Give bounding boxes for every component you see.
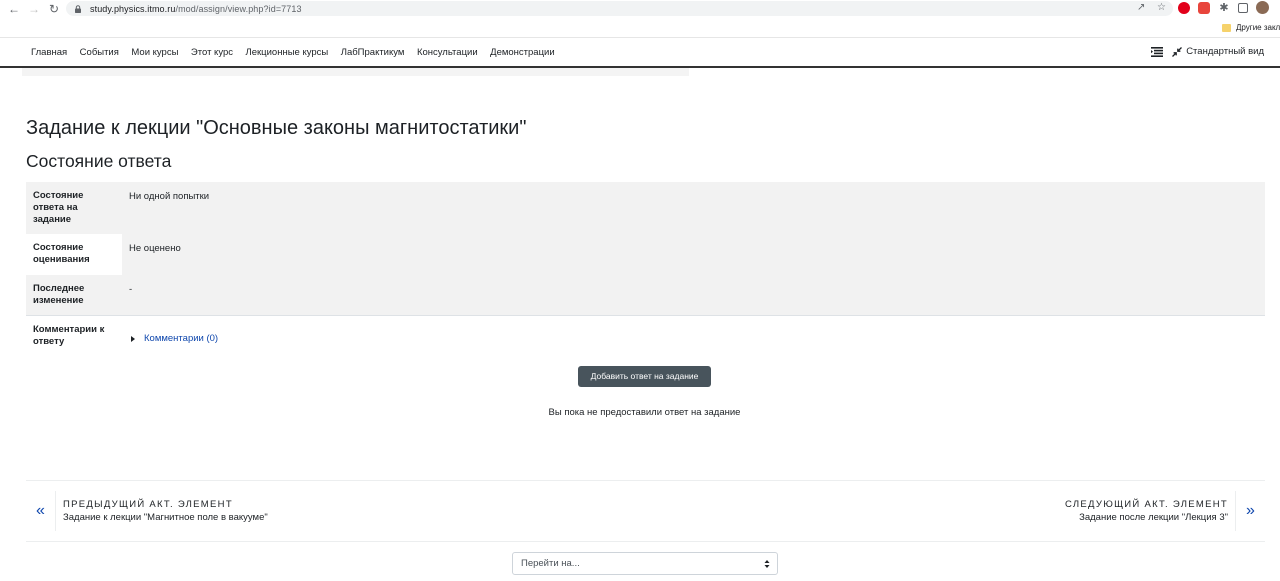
nav-link-lab-practicum[interactable]: ЛабПрактикум — [341, 47, 405, 58]
row-header: Состояние оценивания — [26, 234, 122, 275]
no-submission-notice: Вы пока не предоставили ответ на задание — [548, 407, 741, 418]
row-header: Состояние ответа на задание — [26, 182, 122, 234]
star-icon[interactable]: ☆ — [1157, 3, 1167, 13]
double-chevron-left-icon: « — [26, 491, 56, 531]
bookmark-other-label: Другие закла — [1236, 23, 1280, 32]
jump-select-value: Перейти на... — [521, 558, 580, 569]
folder-icon — [1222, 23, 1231, 32]
lock-icon — [75, 4, 81, 13]
jump-to-activity-select[interactable]: Перейти на... — [512, 552, 778, 575]
table-row: Состояние оценивания Не оценено — [26, 234, 1265, 275]
red-extension-icon[interactable] — [1198, 1, 1210, 14]
side-panel-icon[interactable] — [1238, 2, 1248, 13]
caret-right-icon — [131, 336, 135, 342]
row-header: Комментарии к ответу — [33, 324, 105, 347]
next-activity-link[interactable]: СЛЕДУЮЩИЙ АКТ. ЭЛЕМЕНТ Задание после лек… — [1065, 491, 1265, 531]
forward-icon[interactable]: → — [28, 3, 40, 15]
extensions-puzzle-icon[interactable]: ✱ — [1218, 2, 1230, 14]
table-row: Комментарии к ответу Комментарии (0) — [26, 316, 1265, 354]
row-value: Комментарии (0) — [122, 316, 1265, 354]
previous-activity-kicker: ПРЕДЫДУЩИЙ АКТ. ЭЛЕМЕНТ — [63, 499, 233, 510]
browser-toolbar: ← → ↻ study.physics.itmo.ru/mod/assign/v… — [0, 0, 1280, 18]
url-text: study.physics.itmo.ru/mod/assign/view.ph… — [90, 4, 302, 14]
next-activity-title: Задание после лекции "Лекция 3" — [1079, 512, 1228, 523]
url-host: study.physics.itmo.ru — [90, 3, 176, 14]
row-value: - — [129, 284, 133, 295]
nav-link-this-course[interactable]: Этот курс — [191, 47, 233, 58]
section-title: Состояние ответа — [26, 151, 172, 171]
toc-list-icon[interactable] — [1151, 46, 1164, 57]
collapsed-description-panel — [22, 68, 689, 76]
primary-navigation: Главная События Мои курсы Этот курс Лекц… — [31, 47, 567, 58]
table-row: Состояние ответа на задание Ни одной поп… — [26, 182, 1265, 234]
add-submission-button[interactable]: Добавить ответ на задание — [578, 366, 711, 387]
bookmarks-bar: Другие закла — [0, 18, 1280, 38]
reload-icon[interactable]: ↻ — [48, 3, 60, 15]
bookmark-other-folder[interactable]: Другие закла — [1222, 23, 1280, 32]
nav-link-events[interactable]: События — [80, 47, 119, 58]
select-updown-icon — [764, 560, 770, 568]
double-chevron-right-icon: » — [1235, 491, 1265, 531]
collapse-arrows-icon — [1172, 46, 1183, 57]
row-value: Ни одной попытки — [129, 191, 210, 202]
comments-toggle-link[interactable]: Комментарии (0) — [129, 333, 218, 345]
nav-link-home[interactable]: Главная — [31, 47, 67, 58]
table-row: Последнее изменение - — [26, 275, 1265, 316]
nav-link-lecture-courses[interactable]: Лекционные курсы — [246, 47, 329, 58]
previous-activity-title: Задание к лекции "Магнитное поле в вакуу… — [63, 512, 268, 523]
row-value: Не оценено — [122, 234, 1265, 275]
opera-extension-icon[interactable] — [1178, 1, 1190, 14]
site-navbar: Главная События Мои курсы Этот курс Лекц… — [0, 39, 1280, 68]
activity-navigation: « ПРЕДЫДУЩИЙ АКТ. ЭЛЕМЕНТ Задание к лекц… — [26, 480, 1265, 542]
submission-status-table: Состояние ответа на задание Ни одной поп… — [26, 182, 1265, 354]
previous-activity-link[interactable]: « ПРЕДЫДУЩИЙ АКТ. ЭЛЕМЕНТ Задание к лекц… — [26, 491, 268, 531]
nav-link-my-courses[interactable]: Мои курсы — [131, 47, 178, 58]
next-activity-kicker: СЛЕДУЮЩИЙ АКТ. ЭЛЕМЕНТ — [1065, 499, 1228, 510]
share-icon[interactable]: ↗ — [1137, 3, 1147, 13]
url-path: /mod/assign/view.php?id=7713 — [175, 3, 302, 14]
standard-view-toggle[interactable]: Стандартный вид — [1172, 46, 1264, 57]
nav-link-demonstrations[interactable]: Демонстрации — [490, 47, 555, 58]
standard-view-label: Стандартный вид — [1186, 46, 1264, 57]
profile-avatar[interactable] — [1256, 1, 1269, 14]
page-title: Задание к лекции "Основные законы магнит… — [26, 117, 527, 139]
comments-link-label: Комментарии (0) — [144, 333, 219, 344]
nav-link-consultations[interactable]: Консультации — [417, 47, 478, 58]
row-header: Последнее изменение — [33, 283, 85, 306]
address-bar[interactable]: study.physics.itmo.ru/mod/assign/view.ph… — [66, 1, 1173, 16]
back-icon[interactable]: ← — [8, 3, 20, 15]
